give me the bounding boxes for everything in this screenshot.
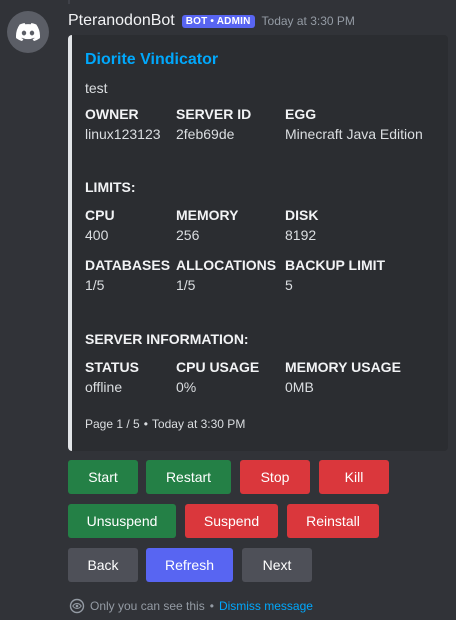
start-button[interactable]: Start [68, 460, 138, 494]
field-value: 1/5 [176, 277, 196, 293]
field-name: DISK [285, 207, 319, 223]
field-value: linux123123 [85, 126, 161, 142]
field-value: 1/5 [85, 277, 105, 293]
message-timestamp: Today at 3:30 PM [261, 14, 355, 28]
embed-title[interactable]: Diorite Vindicator [85, 51, 434, 69]
field-memory-usage: MEMORY USAGE 0MB [285, 359, 401, 395]
field-disk: DISK 8192 [285, 207, 318, 243]
field-value: 400 [85, 227, 109, 243]
field-name: MEMORY [176, 207, 239, 223]
embed-footer: Page 1 / 5 • Today at 3:30 PM [85, 417, 245, 431]
field-value: offline [85, 379, 123, 395]
ephemeral-text: Only you can see this [90, 599, 205, 613]
field-value: 2feb69de [176, 126, 235, 142]
reply-connector [68, 0, 308, 4]
footer-page: Page 1 / 5 [85, 417, 140, 431]
server-embed: Diorite Vindicator test OWNER linux12312… [68, 35, 448, 451]
footer-timestamp: Today at 3:30 PM [151, 417, 246, 431]
field-name: BACKUP LIMIT [285, 257, 386, 273]
field-cpu: CPU 400 [85, 207, 115, 243]
field-owner: OWNER linux123123 [85, 106, 161, 142]
next-button[interactable]: Next [242, 548, 312, 582]
field-databases: DATABASES 1/5 [85, 257, 170, 293]
discord-logo-icon [16, 23, 40, 41]
field-allocations: ALLOCATIONS 1/5 [176, 257, 276, 293]
username[interactable]: PteranodonBot [68, 12, 175, 30]
refresh-button[interactable]: Refresh [146, 548, 233, 582]
kill-button[interactable]: Kill [319, 460, 389, 494]
message-header: PteranodonBot BOT • ADMIN Today at 3:30 … [68, 10, 355, 32]
field-name: ALLOCATIONS [176, 257, 277, 273]
field-value: 0% [176, 379, 197, 395]
field-name: SERVER ID [176, 106, 252, 122]
footer-separator: • [143, 417, 148, 431]
field-backup-limit: BACKUP LIMIT 5 [285, 257, 385, 293]
field-name: CPU USAGE [176, 359, 260, 375]
field-value: Minecraft Java Edition [285, 126, 423, 142]
field-name: DATABASES [85, 257, 171, 273]
field-name: MEMORY USAGE [285, 359, 401, 375]
limits-heading: LIMITS: [85, 179, 136, 195]
suspend-button[interactable]: Suspend [185, 504, 278, 538]
stop-button[interactable]: Stop [240, 460, 310, 494]
field-name: STATUS [85, 359, 139, 375]
bot-badge: BOT • ADMIN [181, 14, 255, 28]
field-cpu-usage: CPU USAGE 0% [176, 359, 259, 395]
field-name: EGG [285, 106, 317, 122]
back-button[interactable]: Back [68, 548, 138, 582]
field-value: 5 [285, 277, 293, 293]
bot-avatar[interactable] [7, 11, 49, 53]
field-value: 0MB [285, 379, 314, 395]
restart-button[interactable]: Restart [146, 460, 231, 494]
field-value: 8192 [285, 227, 317, 243]
ephemeral-notice: Only you can see this • Dismiss message [69, 597, 313, 615]
ephemeral-separator: • [209, 599, 214, 613]
field-status: STATUS offline [85, 359, 139, 395]
server-information-heading: SERVER INFORMATION: [85, 331, 249, 347]
field-server-id: SERVER ID 2feb69de [176, 106, 251, 142]
field-name: OWNER [85, 106, 139, 122]
field-value: 256 [176, 227, 200, 243]
field-memory: MEMORY 256 [176, 207, 238, 243]
eye-icon [69, 598, 85, 614]
field-egg: EGG Minecraft Java Edition [285, 106, 423, 142]
embed-description: test [85, 80, 108, 96]
field-name: CPU [85, 207, 115, 223]
reinstall-button[interactable]: Reinstall [287, 504, 379, 538]
dismiss-message-link[interactable]: Dismiss message [219, 599, 313, 613]
unsuspend-button[interactable]: Unsuspend [68, 504, 176, 538]
